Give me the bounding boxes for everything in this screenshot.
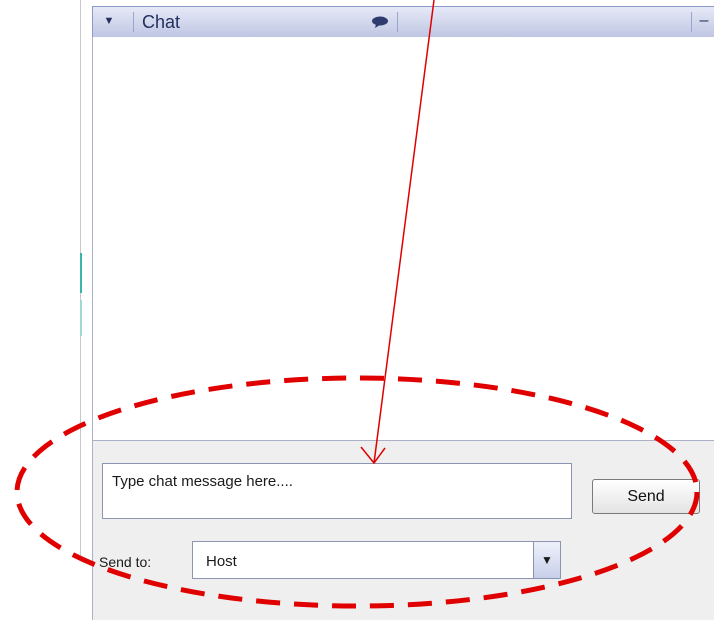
recipient-value: Host bbox=[206, 553, 237, 570]
titlebar-divider bbox=[397, 12, 398, 32]
speech-bubble-icon bbox=[372, 16, 388, 28]
triangle-down-icon: ▼ bbox=[541, 553, 553, 567]
titlebar-divider bbox=[133, 12, 134, 32]
minus-icon: – bbox=[699, 12, 709, 29]
background-window-edge bbox=[0, 0, 81, 619]
chat-history[interactable] bbox=[92, 37, 714, 440]
recipient-select[interactable]: Host ▼ bbox=[192, 541, 561, 579]
chat-titlebar: ▼ Chat – bbox=[92, 6, 714, 38]
scroll-accent bbox=[80, 253, 82, 293]
chat-panel: ▼ Chat – Type chat message here.... Send… bbox=[84, 0, 714, 620]
dropdown-button[interactable]: ▼ bbox=[533, 541, 561, 579]
chat-message-input[interactable]: Type chat message here.... bbox=[102, 463, 572, 519]
collapse-button[interactable]: ▼ bbox=[97, 12, 121, 30]
send-to-label: Send to: bbox=[99, 554, 152, 570]
scroll-accent bbox=[80, 300, 82, 336]
triangle-down-icon: ▼ bbox=[103, 15, 115, 27]
titlebar-divider bbox=[691, 12, 692, 32]
send-button[interactable]: Send bbox=[592, 479, 700, 514]
panel-title: Chat bbox=[142, 12, 181, 32]
minimize-button[interactable]: – bbox=[697, 12, 711, 29]
